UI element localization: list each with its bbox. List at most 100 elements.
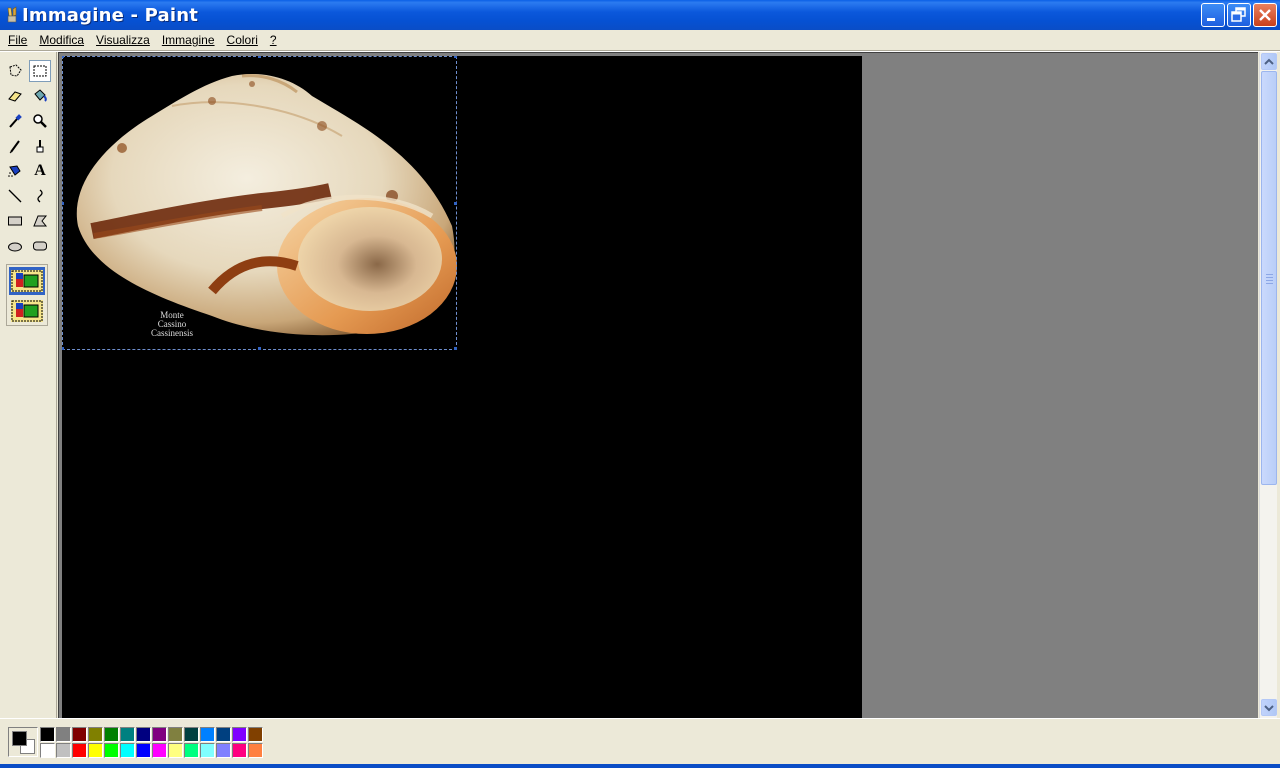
rectangle-tool[interactable] [4,210,26,232]
curve-icon [37,189,43,203]
palette-color-swatch[interactable] [152,743,167,758]
airbrush-tool[interactable] [4,160,26,182]
close-button[interactable] [1253,3,1277,27]
palette-color-swatch[interactable] [40,743,55,758]
menu-help[interactable]: ? [269,33,281,47]
drawing-canvas[interactable]: Monte Cassino Cassinensis [62,56,862,718]
workspace: Monte Cassino Cassinensis [58,52,1258,718]
selection-handle-left[interactable] [62,202,64,205]
palette-color-swatch[interactable] [40,727,55,742]
menu-file[interactable]: File [7,33,31,47]
palette-color-swatch[interactable] [232,727,247,742]
paint-app-icon[interactable] [4,6,20,24]
selection-handle-top[interactable] [258,56,261,58]
transparent-selection-option[interactable] [9,297,45,325]
scroll-thumb[interactable] [1261,71,1277,485]
tool-options-panel [6,264,48,326]
palette-color-swatch[interactable] [120,727,135,742]
chevron-down-icon [1264,704,1274,711]
palette-color-swatch[interactable] [184,743,199,758]
palette-color-swatch[interactable] [232,743,247,758]
selection-handle-right[interactable] [454,202,457,205]
palette-color-swatch[interactable] [216,727,231,742]
polygon-icon [33,215,48,227]
palette-color-swatch[interactable] [136,727,151,742]
restore-button[interactable] [1227,3,1251,27]
selection-handle-top-right[interactable] [454,56,457,58]
menu-immagine[interactable]: Immagine [161,33,219,47]
airbrush-icon [8,165,21,177]
thumb-grip [1266,277,1273,278]
thumb-grip [1266,274,1273,275]
fill-tool[interactable] [29,85,51,107]
palette-color-swatch[interactable] [248,743,263,758]
minimize-icon [1207,18,1215,21]
palette-color-swatch[interactable] [200,727,215,742]
opaque-selection-icon [11,270,43,292]
vertical-scrollbar[interactable] [1259,52,1277,718]
palette-color-swatch[interactable] [168,743,183,758]
palette-color-swatch[interactable] [248,727,263,742]
rounded-rectangle-tool[interactable] [29,235,51,257]
rectangle-select-tool[interactable] [29,60,51,82]
foreground-color-swatch[interactable] [12,731,27,746]
palette-color-swatch[interactable] [72,743,87,758]
rounded-rectangle-icon [33,241,47,251]
palette-color-swatch[interactable] [56,743,71,758]
rectangle-icon [8,216,22,226]
pencil-tool[interactable] [4,135,26,157]
color-palette-bar [0,718,1280,766]
minimize-button[interactable] [1201,3,1225,27]
selection-handle-bottom-right[interactable] [454,347,457,350]
eyedropper-icon [9,114,22,128]
opaque-selection-option[interactable] [9,267,45,295]
palette-color-swatch[interactable] [104,743,119,758]
menu-colori[interactable]: Colori [226,33,262,47]
palette-color-swatch[interactable] [184,727,199,742]
palette-color-swatch[interactable] [72,727,87,742]
eraser-icon [8,91,22,102]
selection-handle-bottom-left[interactable] [62,347,64,350]
palette-color-swatch[interactable] [136,743,151,758]
text-tool[interactable]: A [29,160,51,182]
pick-color-tool[interactable] [4,110,26,132]
window-title: Immagine - Paint [22,4,199,26]
free-form-select-tool[interactable] [4,60,26,82]
menu-visualizza[interactable]: Visualizza [95,33,154,47]
scroll-down-button[interactable] [1261,699,1277,716]
rectangle-select-icon [33,65,47,77]
curve-tool[interactable] [29,185,51,207]
palette-color-swatch[interactable] [200,743,215,758]
menu-bar: File Modifica Visualizza Immagine Colori… [0,30,1280,50]
palette-color-swatch[interactable] [104,727,119,742]
magnifier-tool[interactable] [29,110,51,132]
palette-color-swatch[interactable] [88,743,103,758]
current-colors-indicator[interactable] [8,727,38,757]
polygon-tool[interactable] [29,210,51,232]
thumb-grip [1266,280,1273,281]
palette-color-swatch[interactable] [168,727,183,742]
selection-marquee[interactable] [62,56,457,350]
scroll-up-button[interactable] [1261,53,1277,70]
palette-color-swatch[interactable] [120,743,135,758]
brush-tool[interactable] [29,135,51,157]
line-icon [8,189,22,203]
transparent-selection-icon [11,300,43,322]
palette-color-swatch[interactable] [88,727,103,742]
ellipse-tool[interactable] [4,235,26,257]
palette-color-swatch[interactable] [56,727,71,742]
window-bottom-border [0,764,1280,768]
text-icon: A [34,162,46,179]
title-bar: Immagine - Paint [0,0,1280,30]
palette-color-swatch[interactable] [216,743,231,758]
selection-handle-bottom[interactable] [258,347,261,350]
close-icon [1259,9,1271,21]
paint-bucket-icon [34,89,47,102]
menu-modifica[interactable]: Modifica [38,33,88,47]
ellipse-icon [8,242,22,252]
selection-handle-top-left[interactable] [62,56,64,58]
eraser-tool[interactable] [4,85,26,107]
line-tool[interactable] [4,185,26,207]
palette-color-swatch[interactable] [152,727,167,742]
toolbox: A [0,52,57,718]
